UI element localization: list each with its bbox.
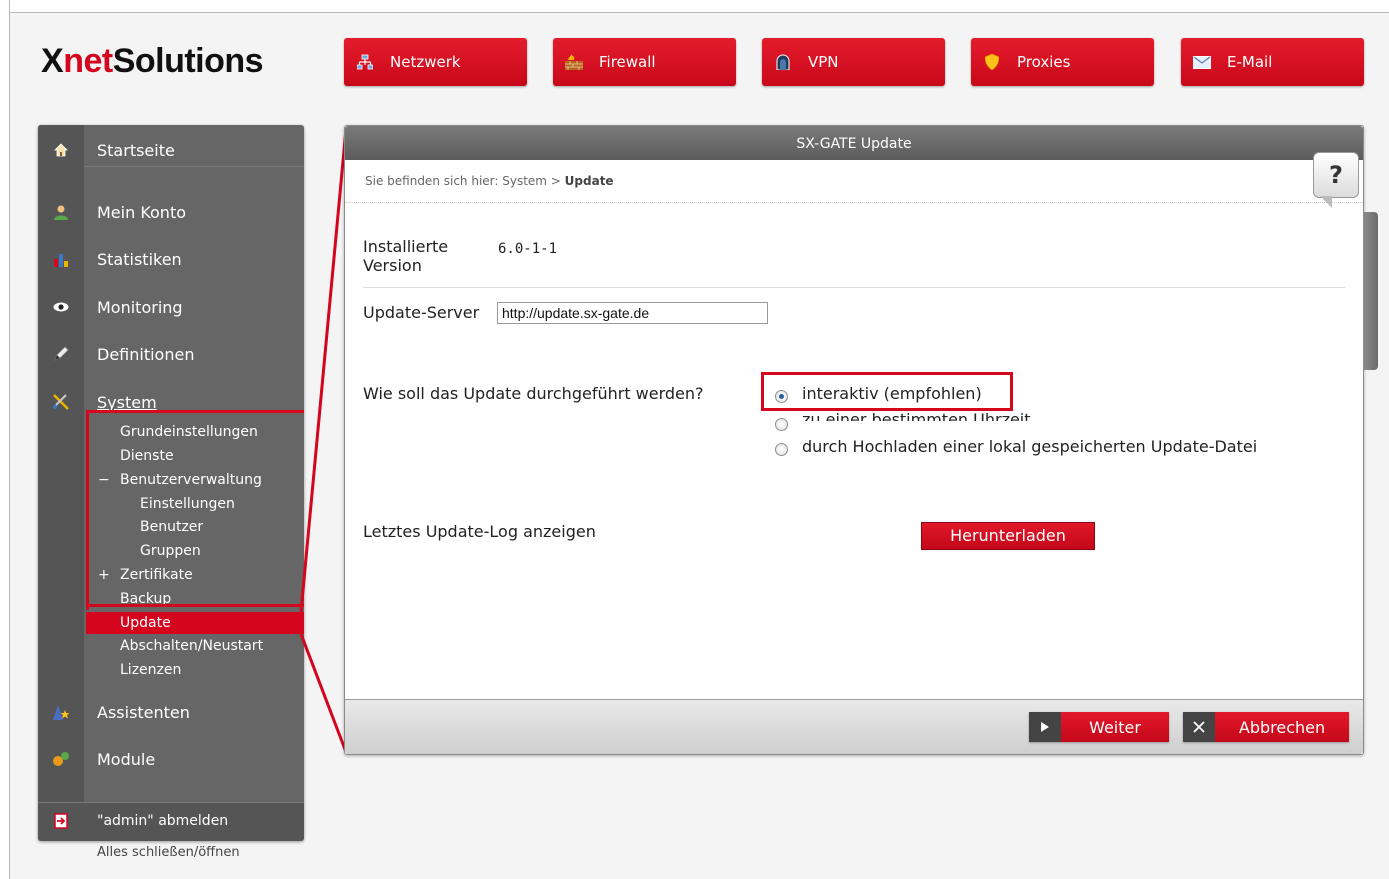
installed-version-label: Installierte Version: [363, 237, 449, 275]
close-icon: [1183, 712, 1215, 742]
firewall-icon: [565, 53, 583, 71]
update-server-input[interactable]: http://update.sx-gate.de: [497, 302, 768, 324]
bar-chart-icon: [38, 251, 84, 267]
highlight-selected-option: [761, 372, 1013, 411]
window-frame-left: [0, 0, 10, 879]
nav-vpn-button[interactable]: VPN: [762, 38, 945, 86]
active-item-highlight: [86, 612, 304, 634]
eye-icon: [38, 302, 84, 312]
breadcrumb-divider: [345, 202, 1363, 203]
breadcrumb: Sie befinden sich hier: System > Update: [365, 174, 614, 188]
nav-proxies-button[interactable]: Proxies: [971, 38, 1154, 86]
highlight-submenu-bottom: [86, 604, 304, 607]
sidebar-divider: [84, 166, 304, 167]
wizard-icon: [38, 703, 84, 721]
installed-version-value: 6.0-1-1: [498, 241, 558, 257]
next-button[interactable]: Weiter: [1029, 712, 1169, 742]
shield-icon: [983, 53, 1001, 71]
user-icon: [38, 204, 84, 220]
update-mode-question: Wie soll das Update durchgeführt werden?: [363, 384, 704, 403]
sidebar-item-monitoring[interactable]: Monitoring: [38, 287, 304, 327]
help-tail: [1320, 196, 1332, 208]
sidebar-item-module[interactable]: Module: [38, 739, 304, 779]
logout-button[interactable]: "admin" abmelden: [38, 801, 304, 841]
sidebar-item-startseite[interactable]: Startseite: [38, 130, 304, 170]
update-panel: SX-GATE Update Sie befinden sich hier: S…: [344, 125, 1364, 755]
home-icon: [38, 143, 84, 157]
logout-icon: [38, 813, 84, 829]
window-frame-top: [0, 0, 1389, 13]
tools-icon: [38, 393, 84, 411]
sub-item-abschalten-neustart[interactable]: Abschalten/Neustart: [120, 635, 263, 657]
row-divider: [363, 287, 1345, 288]
radio-label-zeitplan: zu einer bestimmten Uhrzeit: [802, 410, 1031, 429]
radio-hochladen[interactable]: [775, 443, 788, 456]
update-log-label: Letztes Update-Log anzeigen: [363, 522, 596, 541]
sidebar-item-mein-konto[interactable]: Mein Konto: [38, 192, 304, 232]
nav-firewall-button[interactable]: Firewall: [553, 38, 736, 86]
sidebar-item-assistenten[interactable]: Assistenten: [38, 692, 304, 732]
update-server-label: Update-Server: [363, 303, 480, 322]
radio-zeitplan[interactable]: [775, 418, 788, 431]
play-icon: [1029, 712, 1061, 742]
download-button[interactable]: Herunterladen: [921, 522, 1095, 550]
radio-label-hochladen: durch Hochladen einer lokal gespeicherte…: [802, 437, 1258, 456]
nav-netzwerk-button[interactable]: Netzwerk: [344, 38, 527, 86]
highlight-submenu-outline: [86, 410, 304, 610]
mail-icon: [1193, 53, 1211, 71]
help-button[interactable]: ?: [1313, 152, 1359, 198]
sub-item-update[interactable]: Update: [120, 612, 171, 634]
modules-icon: [38, 751, 84, 767]
sub-item-lizenzen[interactable]: Lizenzen: [120, 659, 181, 681]
sidebar-item-definitionen[interactable]: Definitionen: [38, 334, 304, 374]
sidebar-item-statistiken[interactable]: Statistiken: [38, 239, 304, 279]
side-panel-handle[interactable]: [1364, 212, 1378, 370]
cancel-button[interactable]: Abbrechen: [1183, 712, 1349, 742]
vpn-icon: [774, 53, 792, 71]
panel-title: SX-GATE Update: [345, 126, 1363, 160]
pen-icon: [38, 346, 84, 362]
close-all-link[interactable]: Alles schließen/öffnen: [97, 845, 240, 860]
nav-email-button[interactable]: E-Mail: [1181, 38, 1364, 86]
sidebar-icon-column: [38, 125, 84, 841]
logo: XnetSolutions: [41, 42, 264, 80]
network-icon: [356, 53, 374, 71]
panel-footer: Weiter Abbrechen: [345, 699, 1363, 754]
